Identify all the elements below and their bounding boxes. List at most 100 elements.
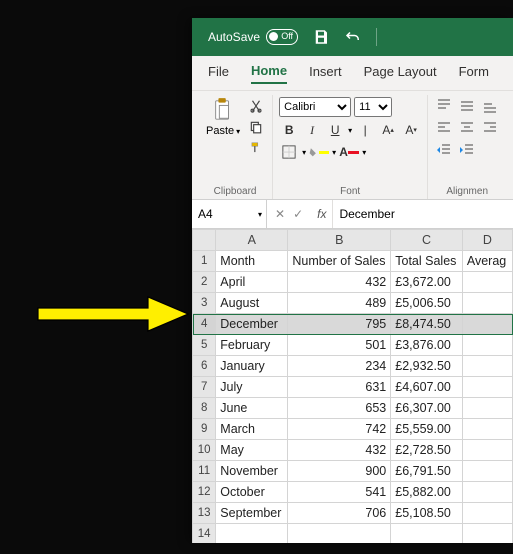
cell[interactable] — [462, 377, 512, 398]
col-header-d[interactable]: D — [462, 230, 512, 251]
cell[interactable]: Number of Sales — [288, 251, 391, 272]
save-icon[interactable] — [312, 28, 330, 46]
cell[interactable]: October — [216, 482, 288, 503]
col-header-b[interactable]: B — [288, 230, 391, 251]
tab-home[interactable]: Home — [251, 63, 287, 84]
copy-icon[interactable] — [246, 118, 266, 136]
cell[interactable]: £2,932.50 — [391, 356, 463, 377]
cell[interactable]: £3,672.00 — [391, 272, 463, 293]
font-color-icon[interactable]: A — [339, 143, 359, 161]
chevron-down-icon[interactable]: ▾ — [258, 210, 262, 219]
formula-input[interactable]: December — [332, 200, 513, 228]
tab-pagelayout[interactable]: Page Layout — [364, 64, 437, 83]
cell[interactable]: 234 — [288, 356, 391, 377]
autosave-toggle[interactable]: AutoSave Off — [208, 29, 298, 45]
cell[interactable]: £6,791.50 — [391, 461, 463, 482]
cell[interactable] — [462, 314, 512, 335]
grid[interactable]: A B C D 1MonthNumber of SalesTotal Sales… — [192, 229, 513, 543]
cell[interactable]: 900 — [288, 461, 391, 482]
align-middle-icon[interactable] — [457, 97, 477, 115]
cell[interactable] — [216, 524, 288, 544]
cell[interactable]: 742 — [288, 419, 391, 440]
table-row[interactable]: 2April432£3,672.00 — [193, 272, 513, 293]
table-row[interactable]: 6January234£2,932.50 — [193, 356, 513, 377]
align-left-icon[interactable] — [434, 119, 454, 137]
table-row[interactable]: 5February501£3,876.00 — [193, 335, 513, 356]
row-header[interactable]: 12 — [193, 482, 216, 503]
paste-button[interactable]: Paste▾ — [204, 95, 242, 139]
cell[interactable]: £8,474.50 — [391, 314, 463, 335]
cell[interactable]: August — [216, 293, 288, 314]
cell[interactable]: £2,728.50 — [391, 440, 463, 461]
increase-font-icon[interactable]: A▴ — [378, 121, 398, 139]
cell[interactable] — [462, 482, 512, 503]
bold-button[interactable]: B — [279, 121, 299, 139]
cell[interactable] — [462, 440, 512, 461]
cell[interactable]: 432 — [288, 440, 391, 461]
cell[interactable]: April — [216, 272, 288, 293]
cancel-icon[interactable]: ✕ — [275, 207, 285, 221]
row-header[interactable]: 3 — [193, 293, 216, 314]
cell[interactable]: July — [216, 377, 288, 398]
cell[interactable]: 631 — [288, 377, 391, 398]
table-row[interactable]: 8June653£6,307.00 — [193, 398, 513, 419]
cell[interactable]: £5,006.50 — [391, 293, 463, 314]
undo-icon[interactable] — [344, 28, 362, 46]
cell[interactable]: Month — [216, 251, 288, 272]
cut-icon[interactable] — [246, 97, 266, 115]
decrease-indent-icon[interactable] — [434, 141, 454, 159]
cell[interactable]: £6,307.00 — [391, 398, 463, 419]
select-all-corner[interactable] — [193, 230, 216, 251]
cell[interactable]: £5,559.00 — [391, 419, 463, 440]
cell[interactable]: Averag — [462, 251, 512, 272]
cell[interactable]: January — [216, 356, 288, 377]
tab-file[interactable]: File — [208, 64, 229, 83]
row-header[interactable]: 11 — [193, 461, 216, 482]
format-painter-icon[interactable] — [246, 139, 266, 157]
italic-button[interactable]: I — [302, 121, 322, 139]
cell[interactable] — [391, 524, 463, 544]
row-header[interactable]: 6 — [193, 356, 216, 377]
name-box[interactable]: A4 ▾ — [192, 200, 267, 228]
table-row[interactable]: 13September706£5,108.50 — [193, 503, 513, 524]
cell[interactable]: 489 — [288, 293, 391, 314]
cell[interactable]: February — [216, 335, 288, 356]
table-row[interactable]: 14 — [193, 524, 513, 544]
toggle-switch[interactable]: Off — [266, 29, 298, 45]
borders-icon[interactable] — [279, 143, 299, 161]
align-center-icon[interactable] — [457, 119, 477, 137]
table-row[interactable]: 9March742£5,559.00 — [193, 419, 513, 440]
cell[interactable]: 501 — [288, 335, 391, 356]
cell[interactable]: September — [216, 503, 288, 524]
table-row[interactable]: 1MonthNumber of SalesTotal SalesAverag — [193, 251, 513, 272]
table-row[interactable]: 3August489£5,006.50 — [193, 293, 513, 314]
font-name-select[interactable]: Calibri — [279, 97, 351, 117]
row-header[interactable]: 2 — [193, 272, 216, 293]
enter-icon[interactable]: ✓ — [293, 207, 303, 221]
table-row[interactable]: 4December795£8,474.50 — [193, 314, 513, 335]
cell[interactable]: June — [216, 398, 288, 419]
cell[interactable]: 541 — [288, 482, 391, 503]
cell[interactable] — [462, 524, 512, 544]
cell[interactable]: May — [216, 440, 288, 461]
cell[interactable]: £5,108.50 — [391, 503, 463, 524]
worksheet[interactable]: A B C D 1MonthNumber of SalesTotal Sales… — [192, 229, 513, 543]
cell[interactable] — [462, 272, 512, 293]
row-header[interactable]: 4 — [193, 314, 216, 335]
tab-insert[interactable]: Insert — [309, 64, 342, 83]
cell[interactable] — [462, 461, 512, 482]
col-header-a[interactable]: A — [216, 230, 288, 251]
row-header[interactable]: 10 — [193, 440, 216, 461]
tab-formulas[interactable]: Form — [459, 64, 489, 83]
align-bottom-icon[interactable] — [480, 97, 500, 115]
table-row[interactable]: 10May432£2,728.50 — [193, 440, 513, 461]
row-header[interactable]: 14 — [193, 524, 216, 544]
cell[interactable]: Total Sales — [391, 251, 463, 272]
cell[interactable] — [462, 398, 512, 419]
decrease-font-icon[interactable]: A▾ — [401, 121, 421, 139]
table-row[interactable]: 12October541£5,882.00 — [193, 482, 513, 503]
cell[interactable]: March — [216, 419, 288, 440]
table-row[interactable]: 7July631£4,607.00 — [193, 377, 513, 398]
row-header[interactable]: 7 — [193, 377, 216, 398]
cell[interactable]: November — [216, 461, 288, 482]
